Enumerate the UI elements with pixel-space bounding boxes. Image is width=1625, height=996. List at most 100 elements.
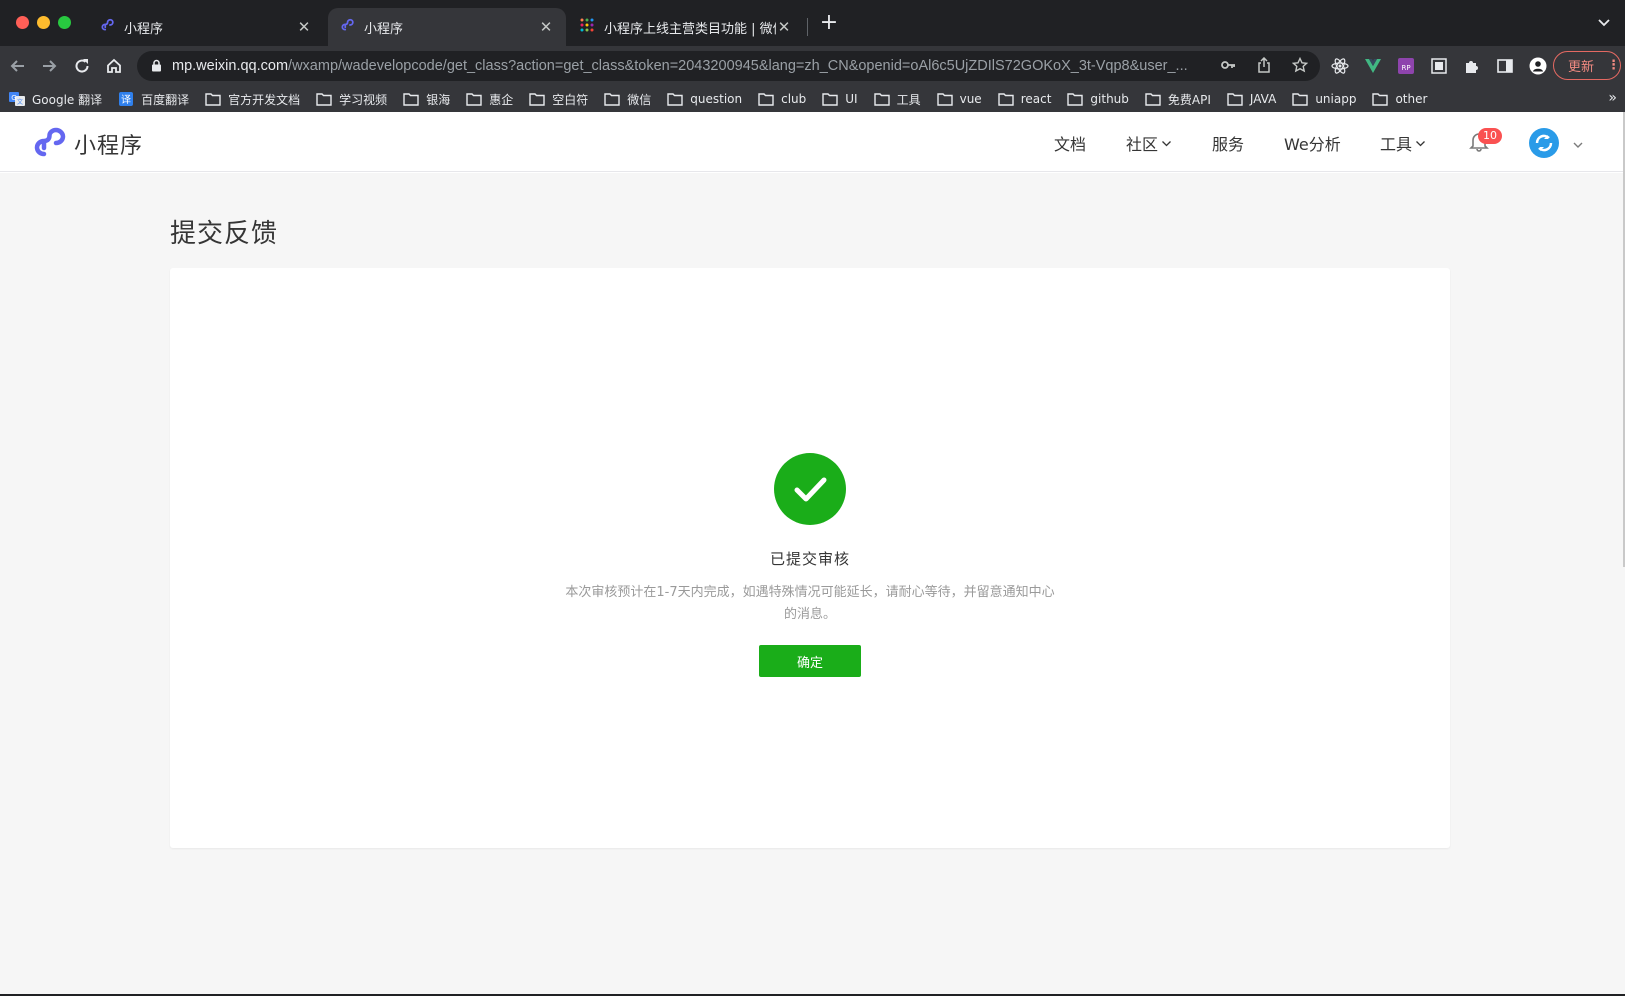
more-vertical-icon[interactable]: ⋮ <box>1607 58 1620 73</box>
bookmark-folder[interactable]: 工具 <box>873 91 921 108</box>
tab-title: 小程序上线主营类目功能 | 微信开 <box>604 21 776 37</box>
bookmark-folder[interactable]: react <box>997 92 1051 106</box>
update-chrome-button[interactable]: 更新 ⋮ <box>1553 51 1621 80</box>
bookmark-folder[interactable]: 微信 <box>604 91 651 108</box>
svg-text:G: G <box>11 94 16 102</box>
nav-community-label: 社区 <box>1126 135 1159 154</box>
nav-analytics[interactable]: We分析 <box>1284 131 1341 155</box>
bookmark-star-icon[interactable] <box>1291 56 1309 77</box>
url-text[interactable]: mp.weixin.qq.com/wxamp/wadevelopcode/get… <box>172 58 1232 74</box>
update-label: 更新 <box>1568 60 1595 75</box>
bookmark-label: other <box>1395 92 1428 106</box>
share-icon[interactable] <box>1256 56 1272 77</box>
extensions-puzzle-icon[interactable] <box>1462 56 1482 76</box>
bookmark-folder[interactable]: question <box>667 92 742 106</box>
bookmark-baidu-translate[interactable]: 译 百度翻译 <box>118 91 189 108</box>
close-tab-icon[interactable]: ✕ <box>776 18 792 36</box>
bookmark-label: github <box>1090 92 1129 106</box>
bookmark-folder[interactable]: 空白符 <box>529 91 588 108</box>
bookmark-label: club <box>781 92 807 106</box>
react-devtools-icon[interactable] <box>1330 56 1350 76</box>
folder-icon <box>997 92 1014 106</box>
bookmark-folder[interactable]: other <box>1372 92 1427 106</box>
browser-tab-3[interactable]: 小程序上线主营类目功能 | 微信开 ✕ <box>568 8 804 46</box>
minimize-window-button[interactable] <box>37 16 50 29</box>
close-tab-icon[interactable]: ✕ <box>296 18 312 36</box>
url-path: /wxamp/wadevelopcode/get_class?action=ge… <box>288 58 1188 74</box>
key-icon[interactable] <box>1220 57 1236 77</box>
bookmark-folder[interactable]: 官方开发文档 <box>205 91 300 108</box>
back-arrow-icon[interactable] <box>6 54 30 78</box>
new-tab-button[interactable]: + <box>818 12 840 35</box>
bookmark-folder[interactable]: 惠企 <box>466 91 513 108</box>
chevron-down-icon <box>1415 138 1426 149</box>
miniprogram-logo[interactable]: 小程序 <box>34 127 143 161</box>
folder-icon <box>403 92 419 106</box>
address-bar[interactable]: mp.weixin.qq.com/wxamp/wadevelopcode/get… <box>137 51 1320 81</box>
bookmark-folder[interactable]: 银海 <box>403 91 450 108</box>
bookmark-folder[interactable]: 免费API <box>1145 91 1211 108</box>
browser-tab-1[interactable]: 小程序 ✕ <box>88 8 324 46</box>
bookmark-folder[interactable]: JAVA <box>1227 92 1276 106</box>
bookmark-label: 工具 <box>896 92 921 107</box>
folder-icon <box>1067 92 1084 106</box>
folder-icon <box>1292 92 1309 106</box>
success-check-icon <box>774 453 846 525</box>
bookmark-label: 惠企 <box>489 92 514 107</box>
tab-search-chevron-icon[interactable] <box>1597 14 1611 33</box>
close-window-button[interactable] <box>16 16 29 29</box>
google-translate-icon: G文 <box>9 91 25 107</box>
folder-icon <box>936 92 953 106</box>
profile-icon[interactable] <box>1528 56 1548 76</box>
bookmark-label: 免费API <box>1167 92 1211 107</box>
bookmark-folder[interactable]: github <box>1067 92 1129 106</box>
bookmark-label: 百度翻译 <box>141 92 190 107</box>
nav-services[interactable]: 服务 <box>1212 131 1244 155</box>
close-tab-icon[interactable]: ✕ <box>538 18 554 36</box>
lock-icon[interactable] <box>151 57 162 76</box>
bookmark-google-translate[interactable]: G文 Google 翻译 <box>9 91 102 108</box>
folder-icon <box>667 92 683 106</box>
bookmark-folder[interactable]: uniapp <box>1292 92 1356 106</box>
maximize-window-button[interactable] <box>58 16 71 29</box>
tab-title: 小程序 <box>124 21 164 37</box>
bookmark-label: Google 翻译 <box>32 92 103 107</box>
folder-icon <box>1145 92 1161 106</box>
bookmark-label: 微信 <box>627 92 652 107</box>
side-panel-icon[interactable] <box>1495 56 1515 76</box>
reload-icon[interactable] <box>70 54 94 78</box>
bookmark-folder[interactable]: club <box>758 92 806 106</box>
result-card: 已提交审核 本次审核预计在1-7天内完成，如遇特殊情况可能延长，请耐心等待，并留… <box>170 268 1450 848</box>
nav-community[interactable]: 社区 <box>1126 131 1172 155</box>
bookmark-label: 银海 <box>426 92 451 107</box>
nav-tools[interactable]: 工具 <box>1380 131 1426 155</box>
forward-arrow-icon[interactable] <box>37 54 61 78</box>
bookmark-folder[interactable]: vue <box>936 92 982 106</box>
bookmark-label: question <box>690 92 743 106</box>
browser-tab-2[interactable]: 小程序 ✕ <box>328 8 566 46</box>
baidu-translate-icon: 译 <box>118 91 134 107</box>
chevron-down-icon <box>1161 138 1172 149</box>
folder-icon <box>1227 92 1243 106</box>
nav-docs[interactable]: 文档 <box>1054 131 1086 155</box>
page-title: 提交反馈 <box>170 219 279 249</box>
screenshot-extension-icon[interactable] <box>1429 56 1449 76</box>
account-chevron-down-icon[interactable] <box>1572 136 1584 155</box>
home-icon[interactable] <box>102 54 126 78</box>
bookmark-label: UI <box>845 92 858 106</box>
bookmarks-bar: G文 Google 翻译 译 百度翻译 官方开发文档 学习视频 银海 惠企 空白… <box>0 86 1625 112</box>
bookmark-folder[interactable]: UI <box>822 92 858 106</box>
svg-text:文: 文 <box>17 98 23 106</box>
confirm-button[interactable]: 确定 <box>759 645 861 677</box>
bookmark-label: 官方开发文档 <box>228 92 301 107</box>
avatar[interactable] <box>1529 128 1559 158</box>
rp-extension-icon[interactable]: RP <box>1396 56 1416 76</box>
folder-icon <box>822 92 838 106</box>
bookmark-label: uniapp <box>1315 92 1357 106</box>
bookmarks-overflow-button[interactable]: » <box>1608 90 1617 106</box>
grid-favicon-icon <box>580 18 594 36</box>
svg-text:RP: RP <box>1401 64 1410 72</box>
bookmark-label: 学习视频 <box>339 92 388 107</box>
bookmark-folder[interactable]: 学习视频 <box>316 91 387 108</box>
vue-devtools-icon[interactable] <box>1363 56 1383 76</box>
